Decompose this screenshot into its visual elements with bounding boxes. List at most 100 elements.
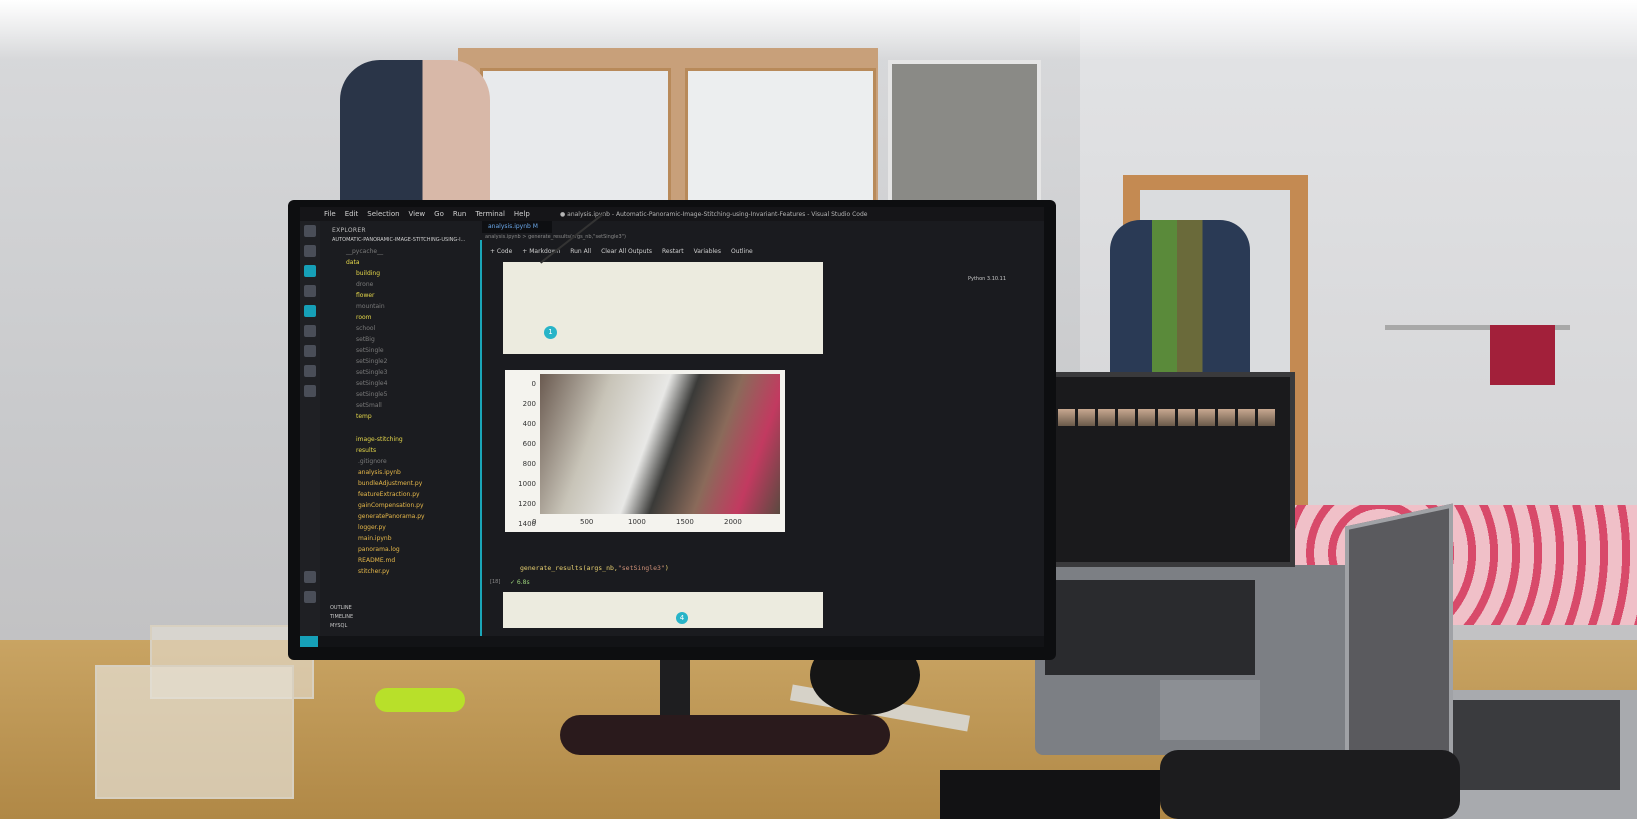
node-marker: 1	[544, 326, 557, 339]
remote-indicator[interactable]	[300, 636, 318, 647]
gear-icon[interactable]	[304, 591, 316, 603]
tree-item[interactable]: setSingle3	[356, 369, 387, 376]
y-tick-label: 1200	[518, 500, 536, 508]
project-name[interactable]: AUTOMATIC-PANORAMIC-IMAGE-STITCHING-USIN…	[332, 237, 465, 243]
notebook-toolbar: + Code + Markdown Run All Clear All Outp…	[490, 245, 810, 257]
y-tick-label: 600	[522, 440, 536, 448]
tree-item[interactable]: main.ipynb	[358, 535, 392, 542]
tree-item[interactable]: data	[346, 259, 360, 266]
add-code-button[interactable]: + Code	[490, 248, 512, 255]
menu-run[interactable]: Run	[453, 210, 466, 218]
tree-item[interactable]: __pycache__	[346, 248, 383, 255]
breadcrumb[interactable]: analysis.ipynb > generate_results(args_n…	[485, 234, 626, 240]
tree-item[interactable]: building	[356, 270, 380, 277]
tree-item[interactable]: mountain	[356, 303, 385, 310]
tree-item[interactable]: .gitignore	[358, 458, 387, 465]
tab-analysis-ipynb[interactable]: analysis.ipynb M	[482, 221, 552, 233]
testing-icon[interactable]	[304, 345, 316, 357]
menu-view[interactable]: View	[409, 210, 426, 218]
thumbnail	[1118, 409, 1135, 426]
red-towel	[1490, 325, 1555, 385]
menu-terminal[interactable]: Terminal	[475, 210, 505, 218]
timeline-panel[interactable]: TIMELINE	[330, 613, 353, 622]
panorama-image	[540, 374, 780, 514]
deploy-icon[interactable]	[304, 365, 316, 377]
execution-count: [18]	[490, 579, 501, 585]
tree-item[interactable]: image-stitching	[356, 436, 403, 443]
menu-selection[interactable]: Selection	[367, 210, 399, 218]
tree-item[interactable]: drone	[356, 281, 373, 288]
y-tick-label: 0	[531, 380, 536, 388]
x-tick-label: 1000	[628, 518, 646, 526]
sidebar-panels: OUTLINE TIMELINE MYSQL	[330, 604, 353, 631]
thumbnail	[1258, 409, 1275, 426]
thumbnail	[1058, 409, 1075, 426]
tree-item[interactable]: gainCompensation.py	[358, 502, 424, 509]
tree-item[interactable]: setBig	[356, 336, 375, 343]
tree-item[interactable]: flower	[356, 292, 375, 299]
tree-item[interactable]: stitcher.py	[358, 568, 389, 575]
tree-item[interactable]: panorama.log	[358, 546, 400, 553]
tree-item[interactable]: setSingle4	[356, 380, 387, 387]
thumbnail	[1238, 409, 1255, 426]
hanging-jackets	[340, 60, 490, 210]
almond-box	[95, 665, 294, 799]
restart-button[interactable]: Restart	[662, 248, 684, 255]
explorer-icon[interactable]	[304, 225, 316, 237]
thumbnail	[1098, 409, 1115, 426]
menu-help[interactable]: Help	[514, 210, 530, 218]
explorer-title: EXPLORER	[332, 227, 366, 234]
extensions-icon[interactable]	[304, 305, 316, 317]
tree-item[interactable]: logger.py	[358, 524, 386, 531]
code-string: "setSingle3"	[617, 564, 665, 572]
laptop-2-keyboard	[1450, 700, 1620, 790]
tree-item[interactable]: setSingle	[356, 347, 384, 354]
mysql-panel[interactable]: MYSQL	[330, 622, 353, 631]
laptop-touchpad	[1160, 680, 1260, 740]
variables-button[interactable]: Variables	[694, 248, 721, 255]
keyboard	[940, 770, 1160, 819]
thumbnail	[1138, 409, 1155, 426]
window-title: ● analysis.ipynb - Automatic-Panoramic-I…	[560, 211, 868, 218]
source-control-icon[interactable]	[304, 265, 316, 277]
tree-item[interactable]: analysis.ipynb	[358, 469, 401, 476]
menu-edit[interactable]: Edit	[345, 210, 359, 218]
remote-explorer-icon[interactable]	[304, 325, 316, 337]
run-debug-icon[interactable]	[304, 285, 316, 297]
tree-item[interactable]: setSmall	[356, 402, 382, 409]
run-all-button[interactable]: Run All	[570, 248, 591, 255]
monitor-stand-base	[560, 715, 890, 755]
menu-file[interactable]: File	[324, 210, 336, 218]
tree-item[interactable]: results	[356, 447, 376, 454]
y-tick-label: 800	[522, 460, 536, 468]
database-icon[interactable]	[304, 385, 316, 397]
tree-item[interactable]: README.md	[358, 557, 395, 564]
tree-item[interactable]: setSingle2	[356, 358, 387, 365]
tree-item[interactable]: setSingle5	[356, 391, 387, 398]
kernel-picker[interactable]: Python 3.10.11	[968, 276, 1006, 282]
search-icon[interactable]	[304, 245, 316, 257]
menu-go[interactable]: Go	[434, 210, 444, 218]
code-close: )	[664, 564, 669, 572]
tree-item[interactable]: bundleAdjustment.py	[358, 480, 422, 487]
thumbnail	[1178, 409, 1195, 426]
cell-output-image-2	[503, 592, 823, 628]
outline-panel[interactable]: OUTLINE	[330, 604, 353, 613]
code-call: generate_results(args_nb,	[520, 564, 618, 572]
thumbnail	[1218, 409, 1235, 426]
tree-item[interactable]: temp	[356, 413, 372, 420]
y-tick-label: 200	[522, 400, 536, 408]
thumbnail	[1158, 409, 1175, 426]
tree-item[interactable]: featureExtraction.py	[358, 491, 420, 498]
clear-outputs-button[interactable]: Clear All Outputs	[601, 248, 652, 255]
code-cell[interactable]: generate_results(args_nb,"setSingle3")	[520, 564, 669, 572]
tree-item[interactable]: generatePanorama.py	[358, 513, 425, 520]
mousepad	[1160, 750, 1460, 819]
cell-focus-bar	[480, 240, 482, 640]
x-tick-label: 0	[532, 518, 537, 526]
account-icon[interactable]	[304, 571, 316, 583]
tree-item[interactable]: room	[356, 314, 372, 321]
tree-item[interactable]: school	[356, 325, 375, 332]
laptop-keyboard	[1045, 580, 1255, 675]
outline-button[interactable]: Outline	[731, 248, 753, 255]
